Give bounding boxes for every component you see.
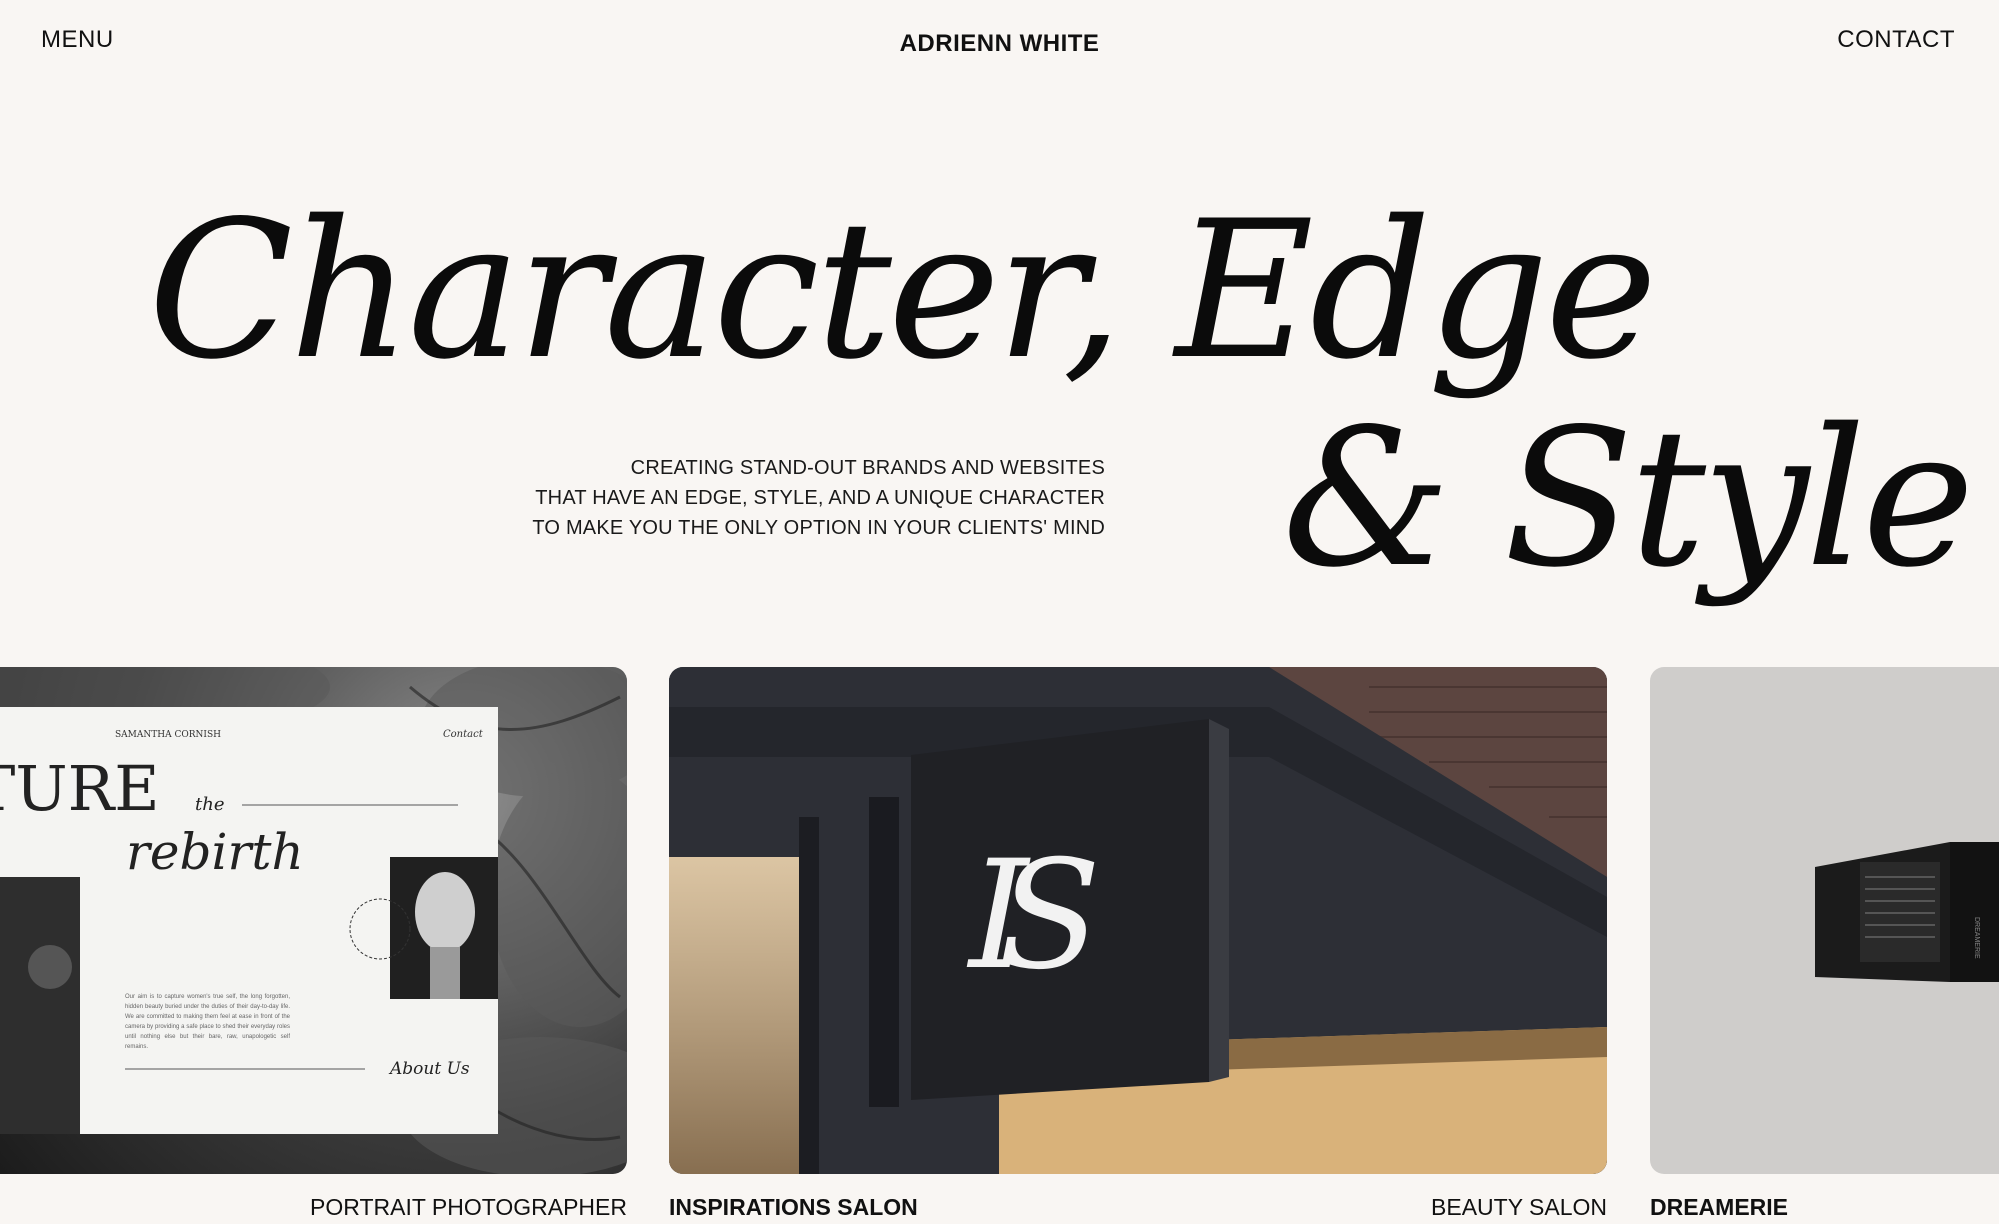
project-image-salon-sign: IS (669, 667, 1607, 1174)
project-category-beauty-salon: BEAUTY SALON (1431, 1194, 1607, 1220)
hero-headline-line2: & Style (1282, 388, 1975, 609)
brand-logo: ADRIENN WHITE (0, 30, 1999, 58)
brand-name[interactable]: ADRIENN WHITE (900, 30, 1100, 57)
tagline-line: TO MAKE YOU THE ONLY OPTION IN YOUR CLIE… (532, 517, 1105, 539)
tagline-line: CREATING STAND-OUT BRANDS AND WEBSITES (630, 457, 1105, 479)
mockup-big-word: TURE (0, 752, 160, 825)
hero-headline-line1: Character, Edge (148, 180, 1657, 401)
contact-link[interactable]: CONTACT (1837, 26, 1955, 54)
project-card-inspirations-salon[interactable]: IS (669, 667, 1607, 1174)
menu-button[interactable]: MENU (41, 26, 114, 54)
project-name-inspirations-salon[interactable]: INSPIRATIONS SALON (669, 1194, 918, 1221)
project-card-portrait-photographer[interactable]: SAMANTHA CORNISH Contact TURE the rebirt… (0, 667, 627, 1174)
mockup-body-text: Our aim is to capture women's true self,… (125, 994, 290, 1050)
mockup-about-link: About Us (388, 1059, 470, 1079)
box-text: DREAMERIE (1973, 917, 1980, 959)
hero-tagline: CREATING STAND-OUT BRANDS AND WEBSITES T… (532, 453, 1105, 543)
project-card-dreamerie[interactable]: DREAMERIE (1650, 667, 1999, 1174)
project-image-dreamerie-box: DREAMERIE (1815, 842, 1999, 982)
tagline-line: THAT HAVE AN EDGE, STYLE, AND A UNIQUE C… (535, 487, 1105, 509)
project-name-dreamerie[interactable]: DREAMERIE (1650, 1194, 1788, 1221)
project-image-photographer: SAMANTHA CORNISH Contact TURE the rebirt… (0, 667, 627, 1174)
project-category-photographer: PORTRAIT PHOTOGRAPHER (310, 1194, 627, 1220)
mockup-contact-link: Contact (443, 729, 484, 740)
mockup-site-name: SAMANTHA CORNISH (115, 730, 221, 740)
mockup-rebirth: rebirth (126, 823, 304, 881)
mockup-the: the (195, 794, 224, 815)
